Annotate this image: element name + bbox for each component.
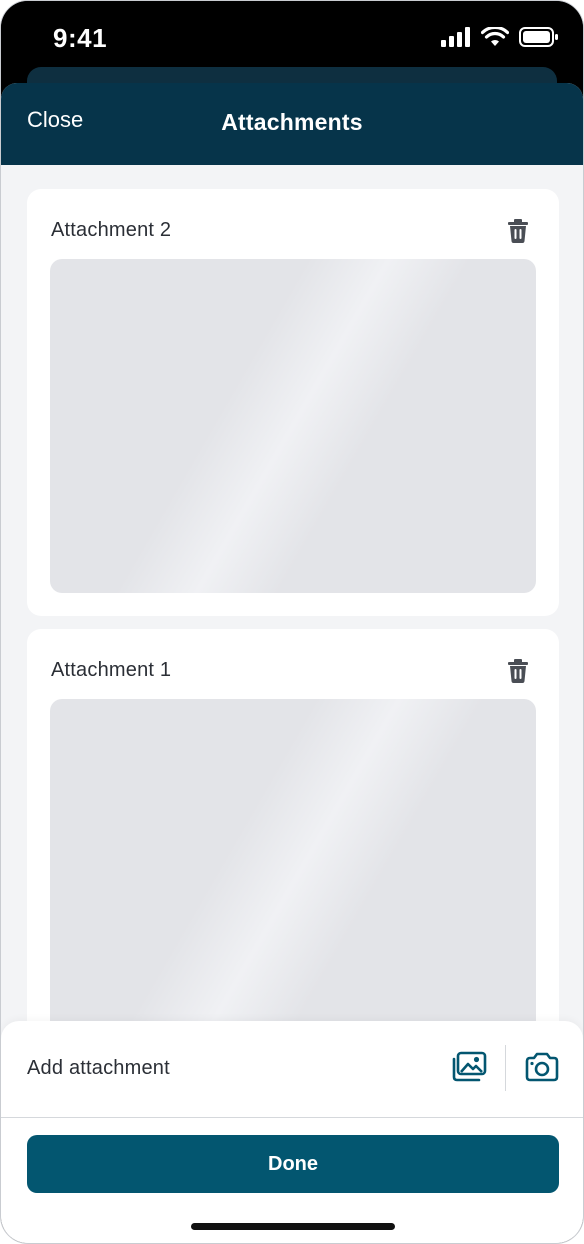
image-gallery-icon [452, 1051, 487, 1082]
battery-icon [519, 27, 558, 47]
attachment-card: Attachment 2 [27, 189, 559, 616]
page-title: Attachments [221, 109, 363, 135]
attachment-card: Attachment 1 [27, 629, 559, 1069]
trash-icon [508, 659, 528, 683]
trash-icon [508, 219, 528, 243]
nav-bar: Close Attachments [1, 83, 583, 165]
signal-icon [441, 27, 470, 47]
status-icons [441, 27, 559, 47]
attachment-image-placeholder[interactable] [50, 699, 536, 1069]
delete-attachment-button[interactable] [507, 659, 529, 683]
camera-icon [525, 1052, 559, 1082]
add-attachment-label: Add attachment [27, 1057, 170, 1079]
attachment-title: Attachment 1 [51, 659, 172, 681]
add-from-gallery-button[interactable] [451, 1051, 487, 1083]
bottom-bar: Add attachment Done [1, 1021, 583, 1243]
take-photo-button[interactable] [524, 1051, 560, 1083]
phone-frame: 9:41 Close Attachments Attachment 2 Atta… [0, 0, 584, 1244]
attachment-title: Attachment 2 [51, 219, 172, 241]
add-attachment-row: Add attachment [1, 1021, 583, 1118]
status-time: 9:41 [53, 23, 108, 53]
done-button[interactable]: Done [27, 1135, 559, 1193]
attachment-image-placeholder[interactable] [50, 259, 536, 593]
icon-divider [505, 1045, 506, 1091]
delete-attachment-button[interactable] [507, 219, 529, 243]
wifi-icon [481, 27, 509, 46]
home-indicator [191, 1223, 395, 1230]
